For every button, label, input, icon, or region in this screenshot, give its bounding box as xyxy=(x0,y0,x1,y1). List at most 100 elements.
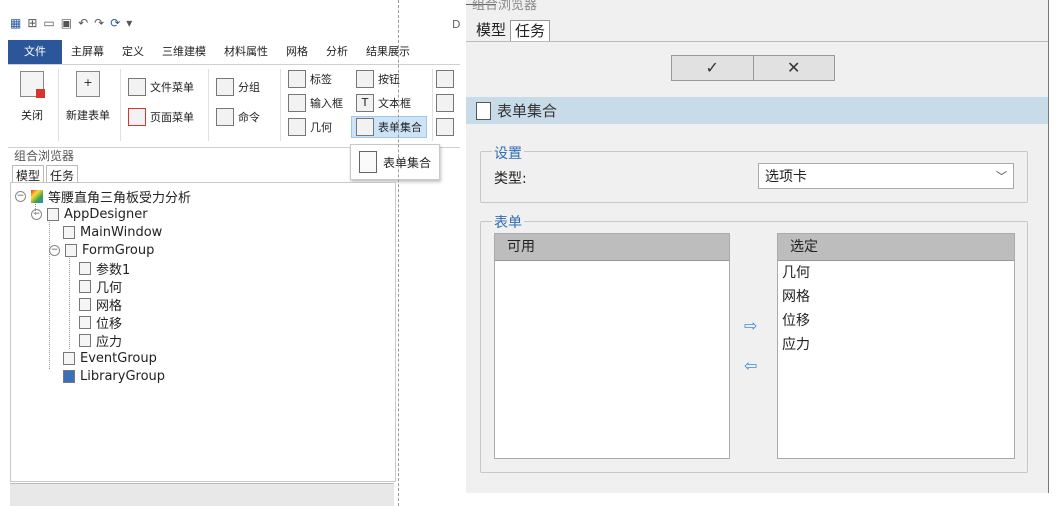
text-t-icon: T xyxy=(356,94,374,112)
tree-item-librarygroup[interactable]: LibraryGroup xyxy=(63,367,165,385)
colormap-icon xyxy=(31,189,43,203)
form-icon xyxy=(79,279,91,293)
ribbon-panel: 关闭 + 新建表单 文件菜单 页面菜单 分组 命令 标签 输入框 几何 按钮 T… xyxy=(8,64,460,148)
list-item[interactable]: 应力 xyxy=(778,333,1014,357)
geometry-button[interactable]: 几何 xyxy=(288,117,332,137)
new-icon[interactable]: ⊞ xyxy=(27,16,37,30)
list-item[interactable]: 位移 xyxy=(778,309,1014,333)
file-menu-icon xyxy=(128,78,146,96)
more-icon-1[interactable] xyxy=(436,69,454,89)
window-icon xyxy=(63,225,75,239)
hidden-tab-peek: DE xyxy=(452,18,460,31)
tree-item-formgroup[interactable]: − FormGroup xyxy=(49,241,154,259)
cursor-icon xyxy=(356,70,374,88)
panel-title-partial: 组合浏览器 xyxy=(472,0,538,13)
tag-icon xyxy=(288,70,306,88)
collapse-toggle[interactable]: − xyxy=(31,208,42,220)
type-label: 类型: xyxy=(494,171,527,187)
type-select[interactable]: 选项卡 ﹀ xyxy=(758,163,1014,189)
model-tree: − 等腰直角三角板受力分析 − AppDesigner MainWindow −… xyxy=(10,182,396,482)
tree-item-mainwindow[interactable]: MainWindow xyxy=(63,223,162,241)
group-button[interactable]: 分组 xyxy=(216,77,260,97)
tree-item-form[interactable]: 位移 xyxy=(79,313,122,332)
input-box-button[interactable]: 输入框 xyxy=(288,93,343,113)
tab-file[interactable]: 文件 xyxy=(8,40,62,64)
text-box-button[interactable]: T 文本框 xyxy=(356,93,411,113)
file-menu-button[interactable]: 文件菜单 xyxy=(128,77,194,97)
list-item[interactable]: 几何 xyxy=(778,261,1014,285)
command-button[interactable]: 命令 xyxy=(216,107,260,127)
available-list[interactable]: 可用 xyxy=(494,233,730,459)
tree-item-eventgroup[interactable]: EventGroup xyxy=(63,349,157,367)
label-button[interactable]: 标签 xyxy=(288,69,332,89)
forms-group-label: 表单 xyxy=(492,212,524,232)
list-item[interactable]: 网格 xyxy=(778,285,1014,309)
form-group-icon xyxy=(65,243,77,257)
remove-arrow-icon[interactable]: ⇦ xyxy=(744,356,757,375)
redo-icon[interactable]: ↷ xyxy=(94,16,104,30)
pencil-icon xyxy=(288,94,306,112)
tree-item-form[interactable]: 几何 xyxy=(79,277,122,296)
form-icon xyxy=(79,261,91,275)
form-icon xyxy=(79,315,91,329)
more-icon-2[interactable] xyxy=(436,93,454,113)
refresh-icon[interactable]: ⟳ xyxy=(110,16,120,30)
settings-group-label: 设置 xyxy=(492,143,524,163)
splitter-line[interactable] xyxy=(398,0,399,506)
dialog-buttons: ✓ ✕ xyxy=(671,55,835,81)
collapse-toggle[interactable]: − xyxy=(49,244,60,256)
tree-item-form[interactable]: 网格 xyxy=(79,295,122,314)
tab-3d-modeling[interactable]: 三维建模 xyxy=(153,40,215,64)
button-button[interactable]: 按钮 xyxy=(356,69,400,89)
tab-model[interactable]: 模型 xyxy=(472,20,510,41)
library-icon xyxy=(63,369,75,383)
plus-icon: + xyxy=(76,71,100,97)
page-menu-button[interactable]: 页面菜单 xyxy=(128,107,194,127)
task-panel: 组合浏览器 模型 任务 ✓ ✕ 表单集合 设置 类型: 选项卡 ﹀ 表单 可用 … xyxy=(466,0,1048,493)
form-doc-icon xyxy=(356,118,374,136)
form-doc-icon xyxy=(476,101,491,120)
page-menu-icon xyxy=(128,108,146,126)
app-icon[interactable]: ▦ xyxy=(10,16,21,30)
undo-icon[interactable]: ↶ xyxy=(78,16,88,30)
tab-home[interactable]: 主屏幕 xyxy=(62,40,113,64)
chart-icon[interactable] xyxy=(436,117,454,137)
tree-item-root[interactable]: − 等腰直角三角板受力分析 xyxy=(15,187,191,206)
save-icon[interactable]: ▣ xyxy=(61,16,72,30)
property-bar xyxy=(10,483,394,506)
close-button[interactable]: 关闭 xyxy=(20,71,45,123)
command-icon xyxy=(216,108,234,126)
app-icon xyxy=(47,207,59,221)
tree-item-form[interactable]: 参数1 xyxy=(79,259,130,278)
form-doc-icon xyxy=(359,151,377,173)
tree-item-form[interactable]: 应力 xyxy=(79,331,122,350)
form-icon xyxy=(79,333,91,347)
left-screenshot: ▦ ⊞ ▭ ▣ ↶ ↷ ⟳ ▾ 文件 主屏幕 定义 三维建模 材料属性 网格 分… xyxy=(0,0,460,506)
tab-define[interactable]: 定义 xyxy=(113,40,153,64)
form-icon xyxy=(79,297,91,311)
section-header[interactable]: 表单集合 xyxy=(466,97,1048,124)
event-group-icon xyxy=(63,351,75,365)
cube-icon xyxy=(288,118,306,136)
tab-mesh[interactable]: 网格 xyxy=(277,40,317,64)
form-collection-button[interactable]: 表单集合 xyxy=(351,116,427,138)
open-icon[interactable]: ▭ xyxy=(43,16,54,30)
tab-results[interactable]: 结果展示 xyxy=(357,40,419,64)
ok-button[interactable]: ✓ xyxy=(671,55,754,81)
tree-item-app[interactable]: − AppDesigner xyxy=(31,205,148,223)
collapse-toggle[interactable]: − xyxy=(15,190,26,202)
tab-analysis[interactable]: 分析 xyxy=(317,40,357,64)
available-header: 可用 xyxy=(495,234,729,261)
cancel-button[interactable]: ✕ xyxy=(753,55,835,81)
selected-list[interactable]: 选定 几何 网格 位移 应力 xyxy=(777,233,1015,459)
quick-access-toolbar: ▦ ⊞ ▭ ▣ ↶ ↷ ⟳ ▾ xyxy=(10,12,132,34)
customize-dropdown-icon[interactable]: ▾ xyxy=(126,16,132,30)
ribbon-tabs: 文件 主屏幕 定义 三维建模 材料属性 网格 分析 结果展示 xyxy=(8,40,460,64)
tab-material[interactable]: 材料属性 xyxy=(215,40,277,64)
tab-task[interactable]: 任务 xyxy=(510,20,551,42)
selected-header: 选定 xyxy=(778,234,1014,261)
add-arrow-icon[interactable]: ⇨ xyxy=(744,316,757,335)
new-form-button[interactable]: + 新建表单 xyxy=(66,71,110,123)
close-doc-icon xyxy=(20,71,45,98)
combo-browser-title: 组合浏览器 xyxy=(14,149,75,163)
